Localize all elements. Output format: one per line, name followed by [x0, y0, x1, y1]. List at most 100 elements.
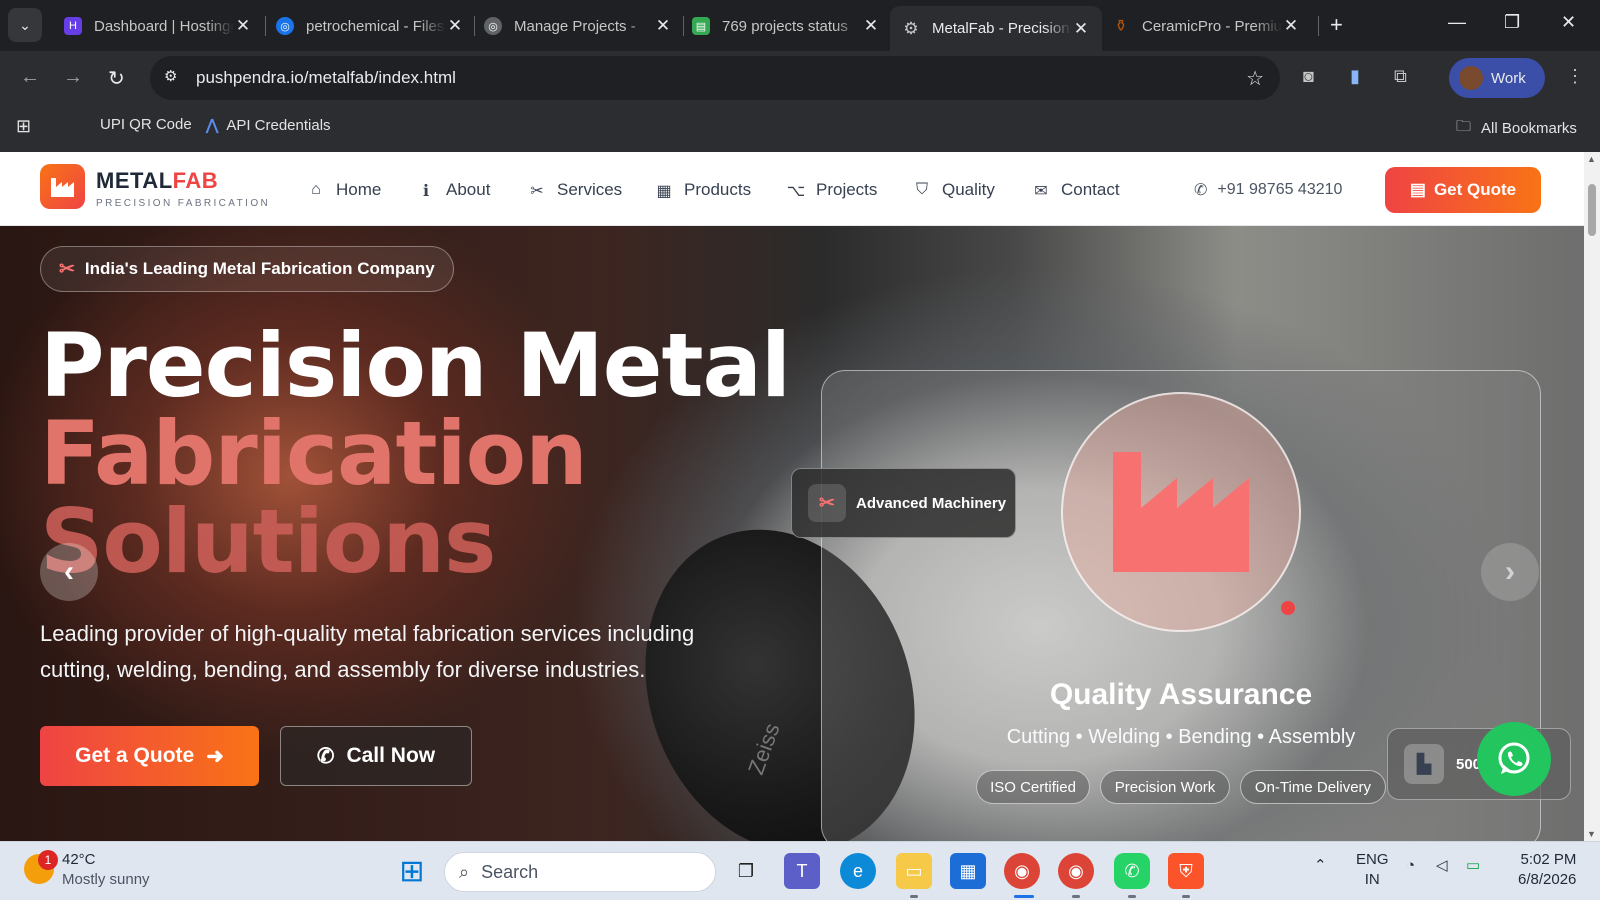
chevron-left-icon: ‹: [64, 555, 74, 588]
extension-doc-icon[interactable]: ▮: [1350, 66, 1360, 87]
running-indicator: [1072, 895, 1080, 898]
apps-grid-icon[interactable]: ⊞: [16, 116, 31, 137]
whatsapp-icon: [1498, 742, 1530, 774]
close-icon[interactable]: ✕: [654, 16, 672, 36]
get-a-quote-button[interactable]: Get a Quote ➜: [40, 726, 259, 786]
brand-name[interactable]: METALFAB: [96, 168, 218, 194]
nav-label: Products: [684, 180, 752, 199]
chrome-icon[interactable]: ◉: [1058, 853, 1094, 889]
phone-number: +91 98765 43210: [1217, 181, 1343, 198]
close-icon[interactable]: ✕: [1282, 16, 1300, 36]
scroll-up-icon[interactable]: ▲: [1587, 154, 1596, 164]
url-text[interactable]: pushpendra.io/metalfab/index.html: [196, 68, 456, 88]
all-bookmarks-button[interactable]: 🗀 All Bookmarks: [1456, 116, 1577, 141]
hero-title: Precision Metal Fabrication Solutions: [40, 322, 791, 586]
tab-petrochemical[interactable]: ◎ petrochemical - Files ✕: [264, 6, 476, 46]
file-explorer-icon[interactable]: ▭: [896, 853, 932, 889]
bookmark-upi[interactable]: UPI QR Code: [100, 116, 192, 133]
puzzle-icon[interactable]: ⧉: [1394, 66, 1407, 87]
weather-temp: 42°C: [62, 851, 96, 868]
header-phone[interactable]: ✆ +91 98765 43210: [1194, 180, 1342, 200]
vase-icon: ⚱: [1114, 18, 1128, 35]
pill-label: Precision Work: [1114, 778, 1216, 796]
get-quote-button[interactable]: ▤ Get Quote: [1385, 167, 1541, 213]
advanced-machinery-card: ✂ Advanced Machinery: [791, 468, 1016, 538]
tab-projects-status[interactable]: ▤ 769 projects status ✕: [680, 6, 892, 46]
address-bar[interactable]: ⚙ pushpendra.io/metalfab/index.html ☆: [150, 56, 1280, 100]
teams-icon[interactable]: T: [784, 853, 820, 889]
more-menu-icon[interactable]: ⋮: [1566, 66, 1584, 87]
nav-label: About: [446, 180, 491, 199]
close-icon[interactable]: ✕: [1072, 19, 1090, 39]
nav-projects[interactable]: ⌥ Projects: [786, 180, 878, 200]
scroll-down-icon[interactable]: ▼: [1587, 829, 1596, 839]
whatsapp-app-icon[interactable]: ✆: [1114, 853, 1150, 889]
tools-icon: ✂: [530, 183, 544, 200]
clock[interactable]: 5:02 PM 6/8/2026: [1518, 850, 1576, 890]
weather-widget[interactable]: 1 42°C Mostly sunny: [24, 850, 150, 890]
card-subtitle: Cutting • Welding • Bending • Assembly: [1006, 726, 1356, 748]
camera-icon[interactable]: ◙: [1303, 66, 1314, 87]
call-now-button[interactable]: ✆ Call Now: [280, 726, 472, 786]
restore-button[interactable]: ❐: [1504, 12, 1520, 33]
logo-icon[interactable]: [40, 164, 85, 209]
store-icon[interactable]: ▦: [950, 853, 986, 889]
page-scrollbar[interactable]: ▲ ▼: [1584, 152, 1600, 841]
close-icon[interactable]: ✕: [446, 16, 464, 36]
sun-icon: 1: [24, 850, 58, 884]
back-button[interactable]: ←: [20, 66, 40, 89]
wifi-icon[interactable]: ◔: [1406, 856, 1415, 876]
cta-quote-label: Get a Quote: [75, 744, 195, 767]
nav-about[interactable]: ℹ About: [416, 180, 490, 200]
new-tab-button[interactable]: +: [1330, 12, 1343, 38]
task-view-icon[interactable]: ❐: [728, 853, 764, 889]
tab-title: MetalFab - Precision: [932, 20, 1070, 37]
windows-start-icon[interactable]: ⊞: [394, 853, 430, 889]
battery-icon[interactable]: ▭: [1466, 856, 1480, 876]
tab-search-button[interactable]: ⌄: [8, 8, 42, 42]
taskbar-search[interactable]: ⌕ Search: [444, 852, 716, 892]
reload-button[interactable]: ↻: [108, 66, 125, 91]
phone-icon: ✆: [1194, 182, 1208, 199]
machinery-label: Advanced Machinery: [856, 494, 1007, 512]
nav-services[interactable]: ✂ Services: [527, 180, 622, 200]
carousel-prev-button[interactable]: ‹: [40, 543, 98, 601]
tab-hostinger[interactable]: H Dashboard | Hostinger ✕: [52, 6, 264, 46]
nav-quality[interactable]: ⛉ Quality: [912, 180, 995, 200]
show-hidden-icons[interactable]: ⌃: [1314, 856, 1327, 876]
arrow-right-icon: →: [63, 66, 83, 88]
tab-ceramicpro[interactable]: ⚱ CeramicPro - Premium ✕: [1100, 6, 1312, 46]
notification-badge: 1: [38, 850, 58, 870]
nav-label: Contact: [1061, 180, 1120, 199]
active-indicator: [1014, 895, 1034, 898]
chevron-down-icon: ⌄: [19, 16, 31, 33]
scrollbar-thumb[interactable]: [1588, 184, 1596, 236]
whatsapp-button[interactable]: [1477, 722, 1551, 796]
volume-icon[interactable]: ◁: [1436, 856, 1448, 876]
minimize-button[interactable]: —: [1448, 12, 1466, 33]
nav-contact[interactable]: ✉ Contact: [1031, 180, 1120, 200]
tab-title: CeramicPro - Premium: [1142, 17, 1282, 35]
site-info-icon[interactable]: ⚙: [164, 67, 177, 85]
nav-products[interactable]: ▦ Products: [654, 180, 751, 200]
profile-button[interactable]: Work: [1449, 58, 1545, 98]
diagram-icon: ⌥: [786, 183, 806, 200]
close-icon[interactable]: ✕: [234, 16, 252, 36]
nav-label: Home: [336, 180, 382, 199]
factory-icon: ▙: [1404, 744, 1444, 784]
bookmark-star-icon[interactable]: ☆: [1246, 66, 1264, 91]
nav-home[interactable]: ⌂ Home: [306, 180, 381, 200]
edge-icon[interactable]: e: [840, 853, 876, 889]
sheets-icon: ▤: [692, 17, 710, 35]
browser-chrome: ⌄ H Dashboard | Hostinger ✕ ◎ petrochemi…: [0, 0, 1600, 152]
arrow-right-icon: ➜: [206, 744, 224, 768]
close-window-button[interactable]: ✕: [1561, 12, 1576, 33]
forward-button[interactable]: →: [63, 66, 83, 89]
tab-manage-projects[interactable]: ◎ Manage Projects - ✕: [472, 6, 684, 46]
brave-icon[interactable]: ⛨: [1168, 853, 1204, 889]
language-indicator[interactable]: ENG IN: [1356, 850, 1389, 890]
bookmark-api[interactable]: ⋀ API Credentials: [206, 116, 331, 135]
chrome-work-icon[interactable]: ◉: [1004, 853, 1040, 889]
tab-metalfab[interactable]: ⚙ MetalFab - Precision ✕: [890, 6, 1102, 51]
close-icon[interactable]: ✕: [862, 16, 880, 36]
